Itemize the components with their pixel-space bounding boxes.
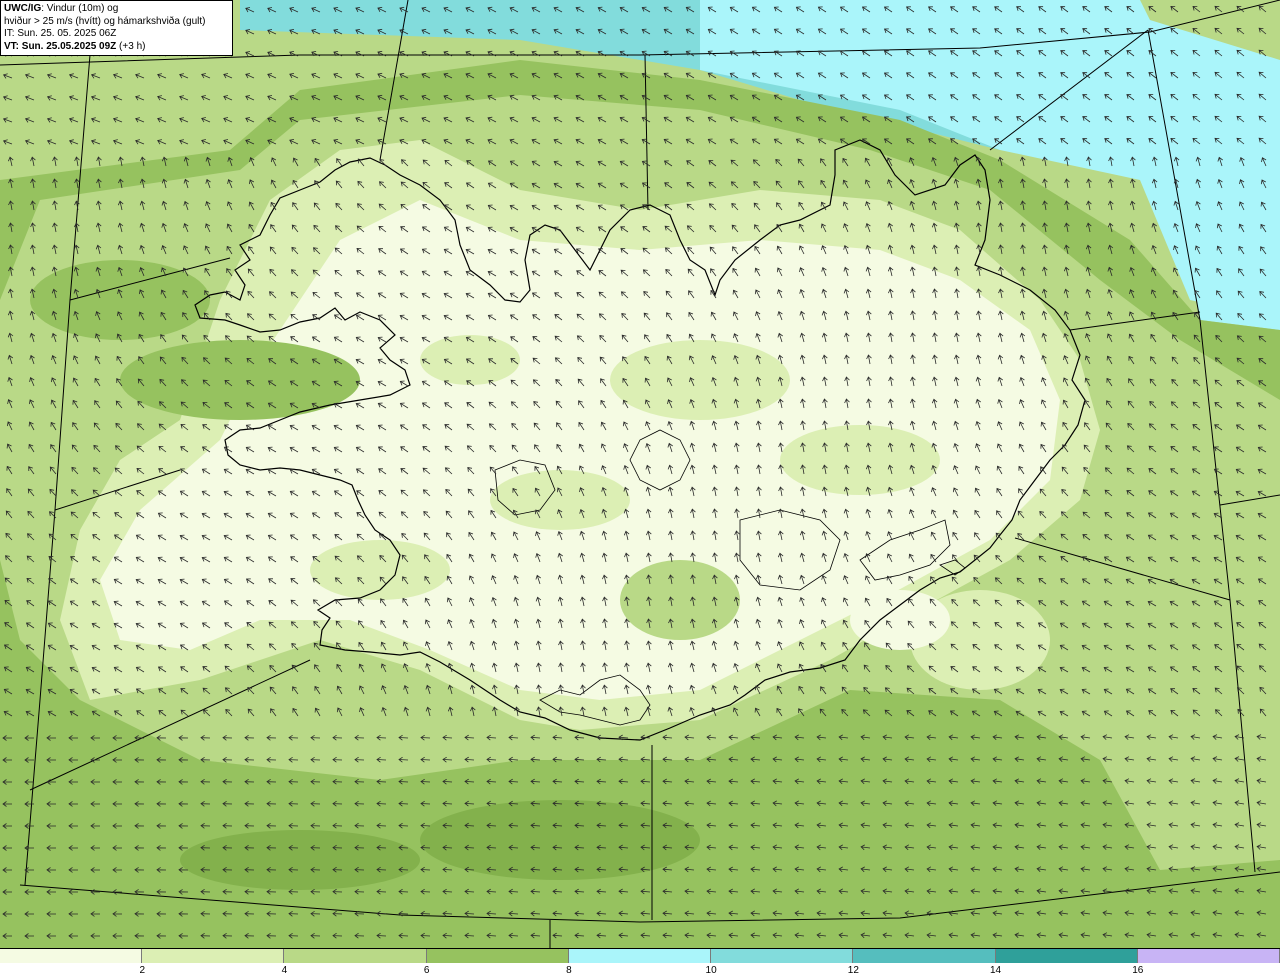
- legend-swatch: [284, 949, 427, 963]
- legend-swatch: [426, 949, 569, 963]
- legend-swatch: [568, 949, 712, 963]
- legend-swatch: [995, 949, 1138, 963]
- legend-swatch: [0, 949, 143, 963]
- map-canvas: [0, 0, 1280, 948]
- valid-time: VT: Sun. 25.05.2025 09Z: [4, 40, 117, 52]
- legend-tick-label: 16: [1132, 965, 1144, 976]
- product-title: : Vindur (10m) og: [41, 3, 119, 14]
- lead-time: (+3 h): [116, 40, 146, 52]
- legend-tick-label: 12: [847, 965, 859, 976]
- legend-tick-label: 8: [566, 965, 572, 976]
- product-subtitle: hviður > 25 m/s (hvítt) og hámarkshviða …: [4, 15, 206, 27]
- legend-swatches: [0, 949, 1280, 963]
- model-name: UWC/IG: [4, 3, 42, 14]
- legend-swatch: [711, 949, 854, 963]
- wind-forecast-map[interactable]: UWC/IG: Vindur (10m) og hviður > 25 m/s …: [0, 0, 1280, 948]
- color-legend: 2 4 6 8 10 12 14 16: [0, 948, 1280, 978]
- legend-tick-label: 4: [281, 965, 288, 976]
- legend-tick-label: 10: [705, 965, 717, 976]
- legend-swatch: [853, 949, 996, 963]
- legend-tick-label: 14: [989, 965, 1002, 976]
- issue-time: IT: Sun. 25. 05. 2025 06Z: [4, 28, 117, 39]
- legend-swatch: [142, 949, 285, 963]
- legend-swatch: [1137, 949, 1280, 963]
- legend-tick-label: 6: [423, 965, 430, 976]
- legend-tick-label: 2: [139, 965, 145, 976]
- forecast-info-box: UWC/IG: Vindur (10m) og hviður > 25 m/s …: [0, 0, 233, 56]
